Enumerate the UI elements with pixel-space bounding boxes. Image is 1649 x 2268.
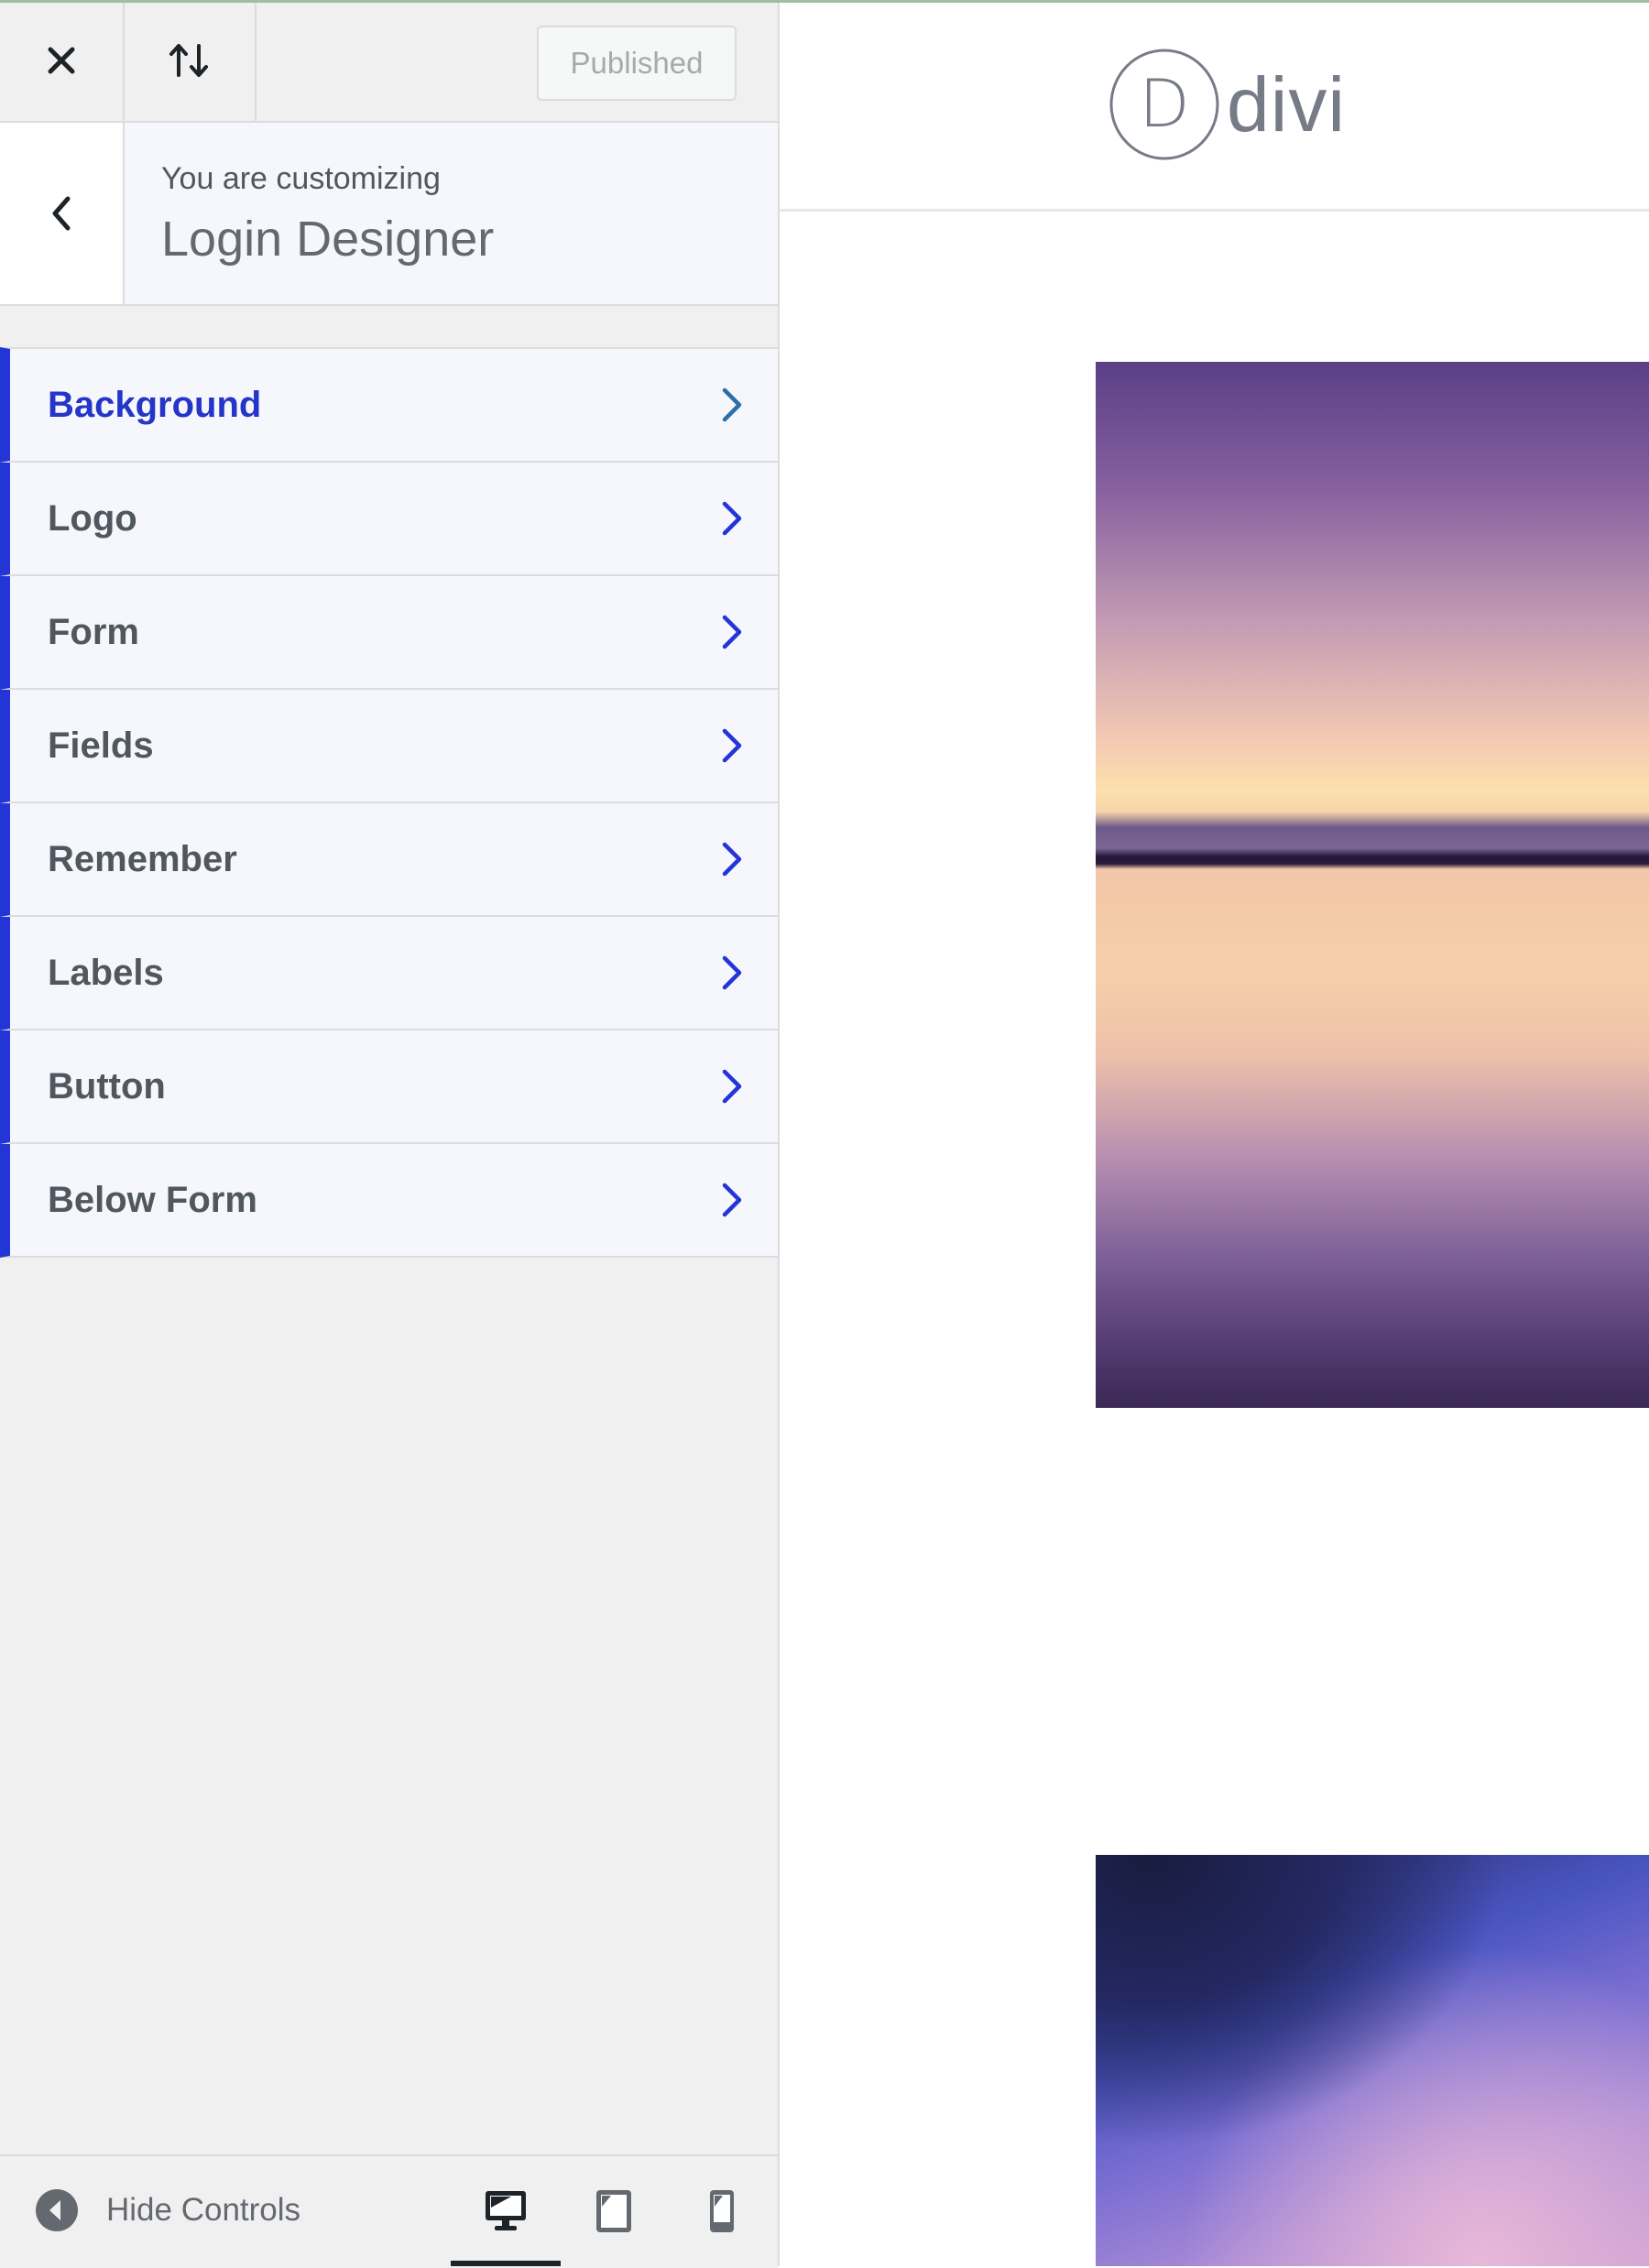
customizer-sidebar: Published You are customizing Login Desi… bbox=[0, 0, 780, 2268]
chevron-right-icon bbox=[722, 387, 742, 422]
divi-logo-icon: D bbox=[1109, 49, 1219, 160]
logo-text: divi bbox=[1227, 60, 1347, 147]
section-labels[interactable]: Labels bbox=[0, 917, 778, 1030]
section-remember[interactable]: Remember bbox=[0, 803, 778, 917]
arrows-up-down-icon bbox=[169, 44, 208, 77]
panel-title: Login Designer bbox=[161, 212, 495, 267]
site-preview: D divi bbox=[780, 0, 1649, 2266]
tablet-icon bbox=[596, 2190, 631, 2232]
chevron-left-icon bbox=[52, 196, 71, 231]
section-label: Form bbox=[48, 612, 139, 652]
top-accent-line bbox=[0, 0, 1649, 3]
section-label: Background bbox=[48, 385, 262, 425]
section-background[interactable]: Background bbox=[0, 347, 778, 463]
customizing-label: You are customizing bbox=[161, 161, 441, 196]
hide-controls-label: Hide Controls bbox=[106, 2192, 301, 2228]
reorder-button[interactable] bbox=[125, 0, 257, 121]
chevron-right-icon bbox=[722, 615, 742, 649]
chevron-right-icon bbox=[722, 955, 742, 990]
section-logo[interactable]: Logo bbox=[0, 463, 778, 576]
preview-tablet-button[interactable] bbox=[559, 2156, 669, 2266]
section-menu: Background Logo Form Fields Remember Lab… bbox=[0, 347, 778, 1258]
chevron-right-icon bbox=[722, 1183, 742, 1217]
section-form[interactable]: Form bbox=[0, 576, 778, 690]
section-label: Button bbox=[48, 1066, 166, 1107]
hide-controls-button[interactable]: Hide Controls bbox=[35, 2187, 300, 2233]
mobile-icon bbox=[710, 2190, 734, 2232]
chevron-right-icon bbox=[722, 501, 742, 536]
section-label: Logo bbox=[48, 498, 137, 539]
customizer-toolbar: Published bbox=[0, 0, 778, 123]
section-fields[interactable]: Fields bbox=[0, 690, 778, 803]
section-button[interactable]: Button bbox=[0, 1030, 778, 1144]
section-label: Below Form bbox=[48, 1180, 257, 1220]
customizer-header: You are customizing Login Designer bbox=[0, 123, 778, 306]
close-button[interactable] bbox=[0, 0, 125, 121]
publish-button[interactable]: Published bbox=[537, 26, 737, 101]
chevron-right-icon bbox=[722, 842, 742, 877]
desktop-icon bbox=[486, 2191, 526, 2230]
preview-desktop-button[interactable] bbox=[451, 2156, 561, 2266]
chevron-right-icon bbox=[722, 1069, 742, 1104]
preview-image-cloudy-sky bbox=[1096, 1855, 1649, 2266]
preview-site-header: D divi bbox=[780, 0, 1649, 212]
panel-heading: You are customizing Login Designer bbox=[125, 123, 778, 304]
preview-mobile-button[interactable] bbox=[667, 2156, 777, 2266]
chevron-right-icon bbox=[722, 728, 742, 763]
collapse-circle-icon bbox=[36, 2189, 78, 2231]
site-logo[interactable]: D divi bbox=[1108, 48, 1346, 161]
section-label: Fields bbox=[48, 725, 154, 766]
section-label: Labels bbox=[48, 953, 164, 993]
back-button[interactable] bbox=[0, 123, 125, 304]
section-label: Remember bbox=[48, 839, 237, 879]
section-below-form[interactable]: Below Form bbox=[0, 1144, 778, 1258]
customizer-footer: Hide Controls bbox=[0, 2154, 778, 2268]
preview-image-sunset-lake bbox=[1096, 362, 1649, 1408]
logo-letter: D bbox=[1139, 65, 1189, 142]
close-icon bbox=[48, 47, 75, 74]
